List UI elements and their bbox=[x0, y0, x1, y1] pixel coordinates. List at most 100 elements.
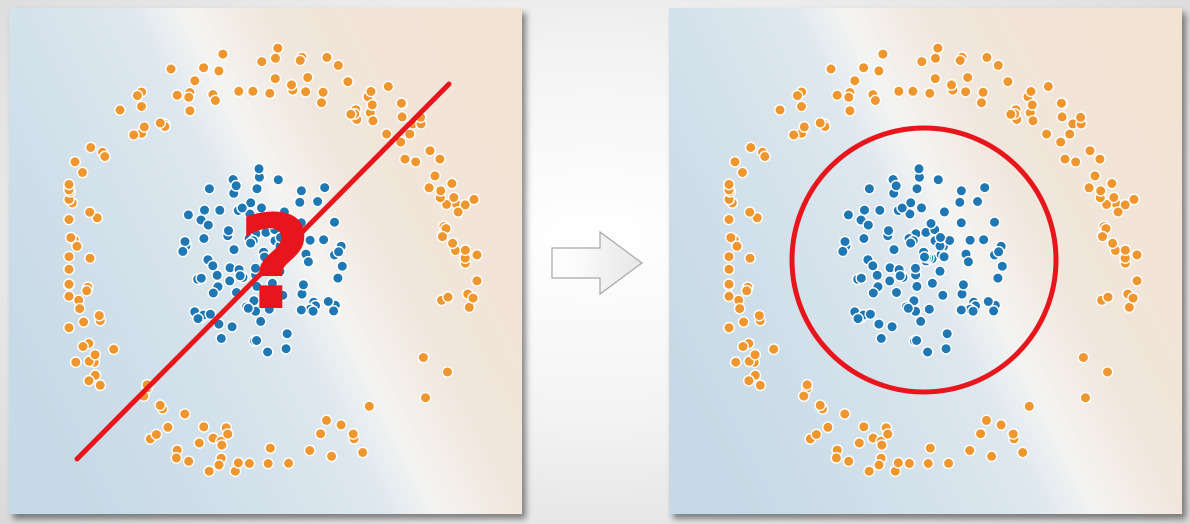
blue-data-point bbox=[923, 303, 936, 316]
orange-data-point bbox=[821, 421, 834, 434]
orange-data-point bbox=[434, 184, 447, 197]
left-plot-panel: ? bbox=[9, 8, 522, 514]
orange-data-point bbox=[264, 442, 277, 454]
orange-data-point bbox=[367, 114, 379, 127]
blue-data-point bbox=[272, 173, 285, 186]
orange-data-point bbox=[892, 85, 905, 98]
orange-data-point bbox=[729, 356, 742, 369]
blue-data-point bbox=[839, 235, 851, 248]
orange-data-point bbox=[881, 428, 894, 440]
blue-data-point bbox=[911, 182, 923, 195]
blue-data-point bbox=[336, 260, 349, 273]
orange-data-point bbox=[471, 274, 483, 287]
orange-data-point bbox=[232, 85, 245, 98]
orange-data-point bbox=[954, 54, 967, 67]
orange-data-point bbox=[209, 94, 222, 107]
blue-data-point bbox=[328, 216, 341, 229]
blue-data-point bbox=[182, 208, 195, 221]
blue-data-point bbox=[871, 269, 884, 282]
blue-data-point bbox=[934, 231, 947, 244]
orange-data-point bbox=[424, 144, 436, 157]
orange-data-point bbox=[723, 178, 735, 191]
orange-data-point bbox=[892, 456, 905, 469]
blue-data-point bbox=[215, 332, 228, 345]
orange-data-point bbox=[382, 80, 395, 93]
orange-data-point bbox=[1054, 136, 1067, 149]
blue-data-point bbox=[867, 287, 880, 299]
orange-data-point bbox=[922, 457, 935, 470]
orange-data-point bbox=[429, 169, 441, 182]
right-arrow-icon bbox=[550, 228, 650, 298]
orange-data-point bbox=[1040, 128, 1053, 140]
orange-data-point bbox=[1093, 153, 1106, 166]
orange-data-point bbox=[419, 391, 432, 404]
blue-data-point bbox=[857, 232, 870, 245]
orange-data-point bbox=[1069, 155, 1082, 168]
blue-data-point bbox=[883, 274, 896, 287]
orange-data-point bbox=[791, 89, 804, 102]
orange-data-point bbox=[269, 52, 282, 65]
orange-data-point bbox=[945, 79, 958, 91]
orange-data-point bbox=[433, 153, 446, 166]
blue-data-point bbox=[213, 204, 226, 217]
blue-data-point bbox=[855, 272, 868, 285]
orange-data-point bbox=[213, 459, 225, 471]
orange-data-point bbox=[980, 51, 993, 64]
orange-data-point bbox=[243, 457, 256, 470]
orange-data-point bbox=[1016, 446, 1029, 459]
orange-data-point bbox=[83, 374, 95, 387]
orange-data-point bbox=[1101, 366, 1114, 378]
orange-data-point bbox=[876, 48, 889, 60]
orange-data-point bbox=[94, 379, 107, 392]
orange-data-point bbox=[399, 153, 411, 166]
orange-data-point bbox=[262, 457, 275, 470]
blue-data-point bbox=[996, 260, 1009, 273]
blue-data-point bbox=[988, 216, 1001, 229]
orange-data-point bbox=[974, 427, 987, 440]
blue-data-point bbox=[953, 196, 966, 209]
blue-data-point bbox=[955, 216, 968, 229]
orange-data-point bbox=[723, 263, 735, 276]
orange-data-point bbox=[77, 316, 90, 328]
orange-data-point bbox=[825, 63, 837, 75]
orange-data-point bbox=[1127, 292, 1139, 304]
orange-data-point bbox=[857, 420, 870, 433]
orange-data-point bbox=[332, 59, 345, 72]
orange-data-point bbox=[221, 428, 234, 440]
blue-data-point bbox=[858, 204, 871, 217]
orange-data-point bbox=[471, 248, 483, 261]
orange-data-point bbox=[77, 340, 89, 353]
blue-data-point bbox=[978, 181, 991, 194]
orange-data-point bbox=[1055, 97, 1068, 110]
orange-data-point bbox=[959, 85, 972, 98]
orange-data-point bbox=[798, 121, 811, 133]
orange-data-point bbox=[838, 408, 851, 420]
orange-data-point bbox=[347, 428, 360, 440]
blue-data-point bbox=[964, 234, 976, 247]
blue-data-point bbox=[886, 320, 899, 333]
orange-data-point bbox=[63, 263, 75, 276]
orange-data-point bbox=[459, 244, 472, 257]
blue-data-point bbox=[192, 312, 204, 325]
orange-data-point bbox=[931, 42, 944, 54]
orange-data-point bbox=[1027, 114, 1039, 127]
blue-data-point bbox=[195, 272, 208, 285]
orange-data-point bbox=[138, 121, 151, 133]
orange-data-point bbox=[263, 87, 276, 100]
orange-data-point bbox=[1112, 206, 1124, 218]
orange-data-point bbox=[795, 100, 808, 113]
orange-data-point bbox=[831, 89, 844, 102]
orange-data-point bbox=[107, 343, 120, 356]
orange-data-point bbox=[744, 141, 757, 154]
orange-data-point bbox=[63, 178, 75, 191]
blue-data-point bbox=[317, 233, 330, 246]
orange-data-point bbox=[814, 117, 827, 129]
orange-data-point bbox=[423, 181, 435, 194]
orange-data-point bbox=[857, 61, 870, 74]
orange-data-point bbox=[441, 366, 454, 378]
orange-data-point bbox=[723, 278, 735, 291]
blue-data-point bbox=[223, 274, 236, 287]
orange-data-point bbox=[188, 74, 201, 87]
orange-data-point bbox=[89, 348, 102, 361]
orange-data-point bbox=[842, 91, 855, 104]
